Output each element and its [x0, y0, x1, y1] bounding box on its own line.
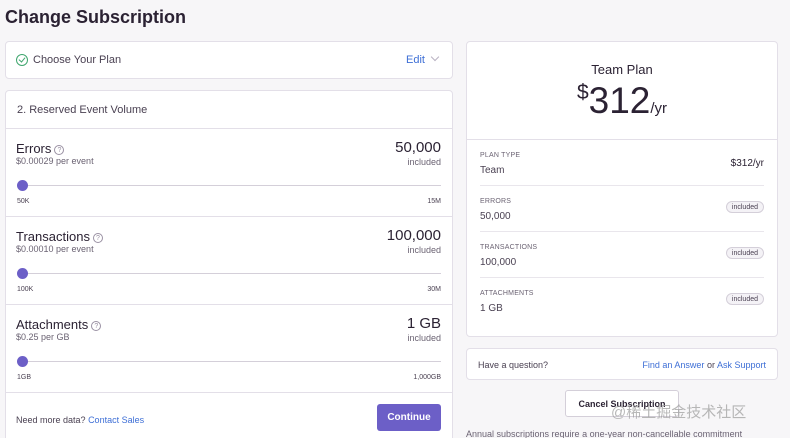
slider-min-label: 50K — [17, 198, 30, 205]
volume-transactions: Transactions? $0.00010 per event 100,000… — [6, 217, 452, 305]
summary-row-transactions: TRANSACTIONS 100,000 included — [480, 232, 764, 278]
plan-price: $312/yr — [576, 80, 668, 121]
plan-name: Team Plan — [591, 62, 653, 77]
step-footer: Need more data? Contact Sales Continue — [6, 395, 452, 438]
slider-thumb[interactable] — [17, 180, 28, 191]
need-more-data: Need more data? Contact Sales — [16, 415, 145, 425]
included-badge: included — [725, 293, 764, 305]
included-label: included — [407, 245, 441, 255]
included-label: included — [407, 333, 441, 343]
page-title: Change Subscription — [5, 7, 187, 27]
slider-track[interactable] — [21, 273, 441, 274]
slider-min-label: 1GB — [17, 374, 32, 381]
step-choose-plan: Choose Your Plan Edit — [5, 41, 453, 79]
ask-support-link[interactable]: Ask Support — [717, 360, 766, 370]
row-value: Team — [480, 165, 505, 176]
included-label: included — [407, 157, 441, 167]
included-badge: included — [725, 247, 764, 259]
find-answer-link[interactable]: Find an Answer — [642, 360, 704, 370]
volume-attachments: Attachments? $0.25 per GB 1 GB included … — [6, 305, 452, 393]
step-label: Choose Your Plan — [33, 54, 122, 66]
help-icon[interactable]: ? — [54, 145, 65, 155]
edit-plan-link[interactable]: Edit — [406, 54, 425, 66]
volume-name: Errors? — [16, 141, 65, 156]
row-key: ATTACHMENTS — [480, 290, 534, 297]
step-header: 2. Reserved Event Volume — [6, 91, 452, 129]
slider-thumb[interactable] — [17, 268, 28, 279]
volume-amount: 100,000 — [386, 227, 441, 244]
help-icon[interactable]: ? — [92, 233, 103, 243]
help-links: Find an Answer or Ask Support — [642, 360, 766, 370]
row-key: ERRORS — [480, 198, 512, 205]
help-icon[interactable]: ? — [91, 321, 102, 331]
volume-price: $0.00010 per event — [16, 244, 94, 254]
row-key: TRANSACTIONS — [480, 244, 538, 251]
volume-price: $0.00029 per event — [16, 156, 94, 166]
row-value: 50,000 — [480, 211, 511, 222]
summary-row-errors: ERRORS 50,000 included — [480, 186, 764, 232]
summary-row-plan-type: PLAN TYPE Team $312/yr — [480, 140, 764, 186]
continue-button[interactable]: Continue — [377, 404, 441, 431]
slider-max-label: 1,000GB — [413, 374, 441, 381]
volume-name: Attachments? — [16, 317, 102, 332]
slider-min-label: 100K — [17, 286, 34, 293]
slider-track[interactable] — [21, 185, 441, 186]
help-box: Have a question? Find an Answer or Ask S… — [466, 348, 778, 380]
chevron-down-icon[interactable] — [430, 52, 440, 62]
slider-max-label: 15M — [427, 198, 441, 205]
row-price: $312/yr — [730, 158, 764, 169]
check-circle-icon — [16, 54, 28, 66]
summary-row-attachments: ATTACHMENTS 1 GB included — [480, 278, 764, 324]
slider-max-label: 30M — [427, 286, 441, 293]
row-key: PLAN TYPE — [480, 152, 521, 159]
row-value: 1 GB — [480, 303, 503, 314]
step-reserved-volume: 2. Reserved Event Volume Errors? $0.0002… — [5, 90, 453, 438]
slider-track[interactable] — [21, 361, 441, 362]
volume-amount: 1 GB — [406, 315, 441, 332]
plan-summary: Team Plan $312/yr PLAN TYPE Team $312/yr… — [466, 41, 778, 337]
volume-name: Transactions? — [16, 229, 103, 244]
row-value: 100,000 — [480, 257, 517, 268]
included-badge: included — [725, 201, 764, 213]
annual-note: Annual subscriptions require a one-year … — [466, 429, 743, 438]
watermark: @稀土掘金技术社区 — [611, 404, 747, 421]
volume-amount: 50,000 — [395, 139, 441, 156]
contact-sales-link[interactable]: Contact Sales — [88, 415, 144, 425]
slider-thumb[interactable] — [17, 356, 28, 367]
volume-errors: Errors? $0.00029 per event 50,000 includ… — [6, 129, 452, 217]
help-question: Have a question? — [478, 360, 549, 370]
volume-price: $0.25 per GB — [16, 332, 70, 342]
